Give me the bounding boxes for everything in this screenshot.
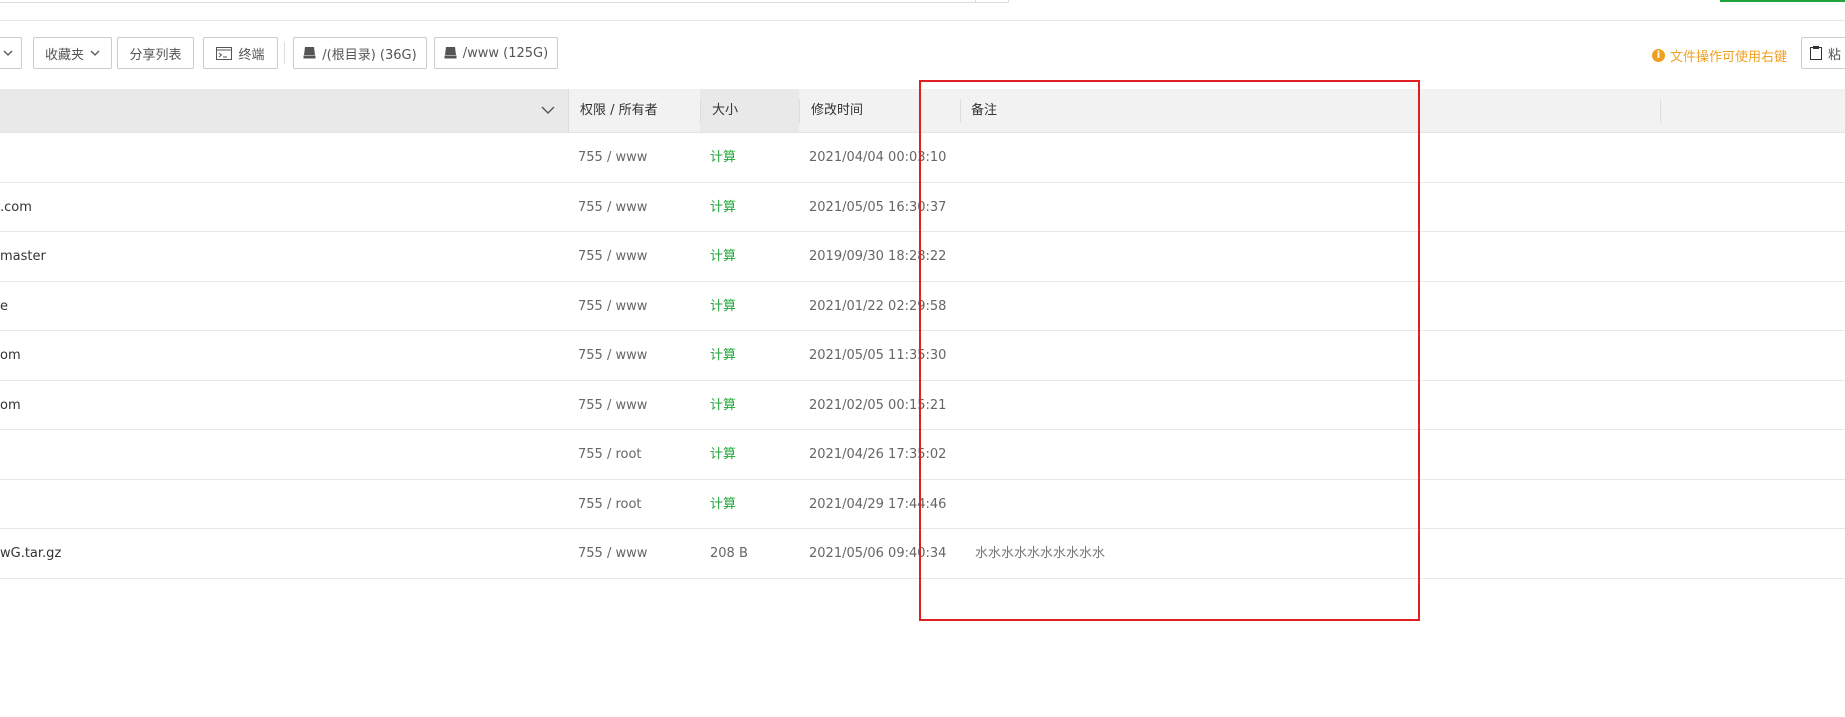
file-permission[interactable]: 755 / www [578,529,647,578]
paste-button[interactable]: 粘 [1801,37,1845,69]
file-permission[interactable]: 755 / root [578,480,642,529]
file-name[interactable]: om [0,331,21,380]
table-row[interactable]: e 755 / www 计算 2021/01/22 02:29:58 [0,282,1845,331]
toolbar-divider [284,42,285,64]
disk-www-label: /www (125G) [462,45,549,61]
table-row[interactable]: 755 / root 计算 2021/04/29 17:44:46 [0,480,1845,529]
tip-text: 文件操作可使用右键 [1670,50,1788,65]
right-click-tip: i 文件操作可使用右键 [1652,46,1787,65]
file-permission[interactable]: 755 / www [578,381,647,430]
file-name[interactable]: .com [0,183,32,232]
file-modified-time: 2021/04/29 17:44:46 [809,496,947,512]
note-column-header[interactable]: 备注 [971,89,997,132]
file-modified-time: 2021/05/06 09:40:34 [809,546,947,561]
column-divider [960,99,961,123]
file-modified-time: 2021/05/05 16:30:37 [809,199,947,215]
file-name[interactable]: wG.tar.gz [0,529,61,578]
table-row[interactable]: master 755 / www 计算 2019/09/30 18:28:22 [0,232,1845,282]
disk-www-button[interactable]: /www (125G) [434,37,558,69]
file-permission[interactable]: 755 / www [578,133,647,182]
file-size: 208 B [710,546,748,561]
chevron-down-icon [90,50,100,56]
calculate-size-link[interactable]: 计算 [710,480,736,529]
disk-root-label: /(根目录) (36G) [322,47,417,63]
column-divider [799,99,800,123]
file-permission[interactable]: 755 / www [578,232,647,281]
file-permission[interactable]: 755 / www [578,282,647,331]
calculate-size-link[interactable]: 计算 [710,381,736,430]
file-modified-time: 2019/09/30 18:28:22 [809,249,947,264]
share-list-button[interactable]: 分享列表 [117,37,194,69]
table-row[interactable]: wG.tar.gz 755 / www 208 B 2021/05/06 09:… [0,529,1845,579]
terminal-button[interactable]: 终端 [203,37,278,69]
table-row[interactable]: 755 / root 计算 2021/04/26 17:35:02 [0,430,1845,480]
file-name[interactable]: om [0,381,21,430]
file-permission[interactable]: 755 / root [578,430,642,479]
calculate-size-link[interactable]: 计算 [710,331,736,380]
clipboard-icon [1810,46,1822,60]
column-divider [1660,99,1661,123]
file-permission[interactable]: 755 / www [578,331,647,380]
size-column-header[interactable]: 大小 [712,89,738,132]
table-row[interactable]: .com 755 / www 计算 2021/05/05 16:30:37 [0,183,1845,232]
terminal-label: 终端 [238,47,265,63]
calculate-size-link[interactable]: 计算 [710,282,736,331]
disk-icon [444,47,457,59]
file-note[interactable]: 水水水水水水水水水水 [975,529,1105,578]
column-divider [700,99,701,123]
file-permission[interactable]: 755 / www [578,183,647,232]
favorites-button[interactable]: 收藏夹 [33,37,112,69]
top-bar [0,0,1845,21]
share-list-label: 分享列表 [129,47,182,63]
info-icon: i [1652,49,1665,62]
calculate-size-link[interactable]: 计算 [710,232,736,281]
file-table-header: 权限 / 所有者 大小 修改时间 备注 [0,89,1845,133]
left-dropdown-button[interactable] [0,37,22,69]
file-modified-time: 2021/04/26 17:35:02 [809,447,947,462]
permission-column-header[interactable]: 权限 / 所有者 [580,89,658,132]
file-modified-time: 2021/05/05 11:35:30 [809,348,947,363]
disk-icon [303,47,316,59]
path-input[interactable] [0,0,976,3]
disk-root-button[interactable]: /(根目录) (36G) [293,37,427,69]
paste-label: 粘 [1828,47,1842,63]
file-modified-time: 2021/01/22 02:29:58 [809,298,947,314]
calculate-size-link[interactable]: 计算 [710,133,736,182]
favorites-label: 收藏夹 [44,47,84,63]
chevron-down-icon [3,50,13,56]
top-action-button[interactable] [1720,0,1845,2]
file-table-body: 755 / www 计算 2021/04/04 00:03:10 .com 75… [0,133,1845,579]
table-row[interactable]: om 755 / www 计算 2021/02/05 00:15:21 [0,381,1845,430]
modified-column-header[interactable]: 修改时间 [811,89,863,132]
calculate-size-link[interactable]: 计算 [710,183,736,232]
calculate-size-link[interactable]: 计算 [710,430,736,479]
file-name[interactable]: master [0,232,46,281]
path-refresh-button[interactable] [975,0,1009,3]
terminal-icon [216,46,233,60]
table-row[interactable]: om 755 / www 计算 2021/05/05 11:35:30 [0,331,1845,381]
name-column-header[interactable] [0,89,569,132]
file-modified-time: 2021/04/04 00:03:10 [809,150,947,165]
chevron-down-icon[interactable] [541,106,555,114]
file-modified-time: 2021/02/05 00:15:21 [809,397,947,413]
file-name[interactable]: e [0,282,8,331]
table-row[interactable]: 755 / www 计算 2021/04/04 00:03:10 [0,133,1845,183]
